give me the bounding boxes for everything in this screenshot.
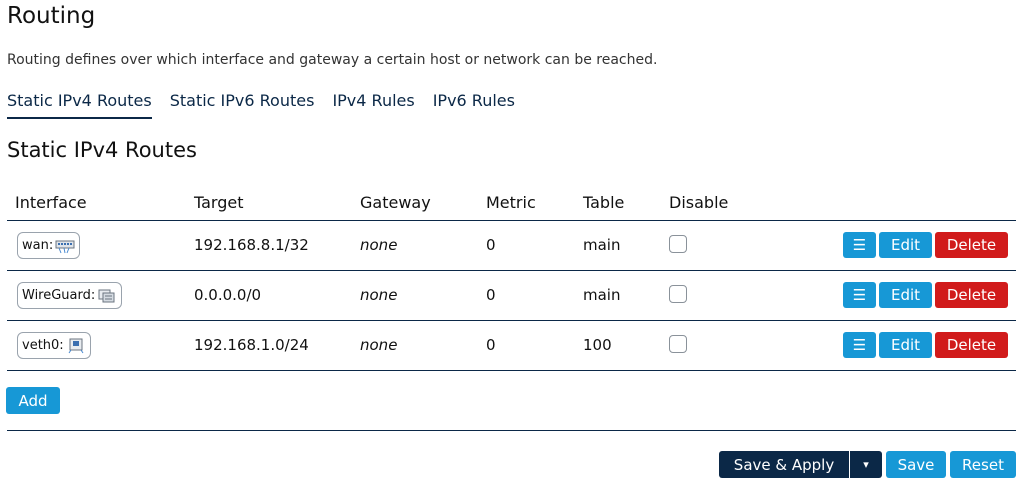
interface-badge: wan:	[17, 232, 81, 259]
save-button[interactable]: Save	[886, 451, 946, 478]
tab-static-ipv4-routes[interactable]: Static IPv4 Routes	[7, 91, 152, 119]
edit-button[interactable]: Edit	[879, 232, 932, 258]
cell-gateway: none	[360, 286, 398, 304]
header-metric: Metric	[486, 193, 536, 212]
header-gateway: Gateway	[360, 193, 431, 212]
cell-table: 100	[583, 336, 612, 354]
cell-target: 192.168.1.0/24	[194, 336, 309, 354]
header-interface: Interface	[15, 193, 87, 212]
disable-checkbox[interactable]	[669, 235, 687, 253]
reorder-menu-button[interactable]: ☰	[843, 232, 876, 258]
interface-name: WireGuard:	[22, 288, 96, 303]
delete-button[interactable]: Delete	[935, 282, 1008, 308]
reorder-menu-button[interactable]: ☰	[843, 282, 876, 308]
delete-button[interactable]: Delete	[935, 232, 1008, 258]
row-actions: ☰ Edit Delete	[840, 332, 1008, 358]
routes-table: Interface Target Gateway Metric Table Di…	[7, 186, 1016, 371]
row-actions: ☰ Edit Delete	[840, 232, 1008, 258]
cell-target: 192.168.8.1/32	[194, 236, 309, 254]
save-apply-button[interactable]: Save & Apply	[719, 451, 849, 478]
tab-ipv4-rules[interactable]: IPv4 Rules	[332, 91, 414, 119]
ethernet-switch-icon	[55, 238, 75, 254]
footer-actions: Save & Apply ▾ Save Reset	[719, 451, 1016, 478]
cell-metric: 0	[486, 236, 496, 254]
section-title: Static IPv4 Routes	[7, 138, 197, 162]
delete-button[interactable]: Delete	[935, 332, 1008, 358]
ethernet-port-icon	[66, 338, 86, 354]
table-row: veth0: 192.168.1.0/24 none 0 100 ☰ Edit …	[7, 321, 1016, 371]
divider	[7, 430, 1016, 431]
interface-name: veth0:	[22, 338, 64, 353]
cell-target: 0.0.0.0/0	[194, 286, 262, 304]
row-actions: ☰ Edit Delete	[840, 282, 1008, 308]
reset-button[interactable]: Reset	[950, 451, 1016, 478]
cell-table: main	[583, 286, 621, 304]
interface-badge: veth0:	[17, 332, 91, 359]
save-apply-dropdown-button[interactable]: ▾	[850, 451, 882, 478]
page-title: Routing	[7, 3, 96, 29]
add-route-button[interactable]: Add	[6, 387, 60, 414]
header-table: Table	[583, 193, 625, 212]
reorder-menu-button[interactable]: ☰	[843, 332, 876, 358]
tab-bar: Static IPv4 Routes Static IPv6 Routes IP…	[7, 91, 533, 119]
interface-badge: WireGuard:	[17, 282, 123, 309]
edit-button[interactable]: Edit	[879, 282, 932, 308]
disable-checkbox[interactable]	[669, 335, 687, 353]
interface-name: wan:	[22, 238, 54, 253]
header-disable: Disable	[669, 193, 729, 212]
table-header: Interface Target Gateway Metric Table Di…	[7, 186, 1016, 221]
cell-gateway: none	[360, 336, 398, 354]
cell-gateway: none	[360, 236, 398, 254]
cell-metric: 0	[486, 286, 496, 304]
table-row: WireGuard: 0.0.0.0/0 none 0 main ☰ Edit …	[7, 271, 1016, 321]
tunnel-icon	[97, 288, 117, 304]
cell-table: main	[583, 236, 621, 254]
edit-button[interactable]: Edit	[879, 332, 932, 358]
page-description: Routing defines over which interface and…	[7, 52, 658, 68]
header-target: Target	[194, 193, 244, 212]
tab-ipv6-rules[interactable]: IPv6 Rules	[433, 91, 515, 119]
cell-metric: 0	[486, 336, 496, 354]
table-row: wan: 192.168.8.1/32 none 0 main ☰ Edit D…	[7, 221, 1016, 271]
tab-static-ipv6-routes[interactable]: Static IPv6 Routes	[170, 91, 315, 119]
disable-checkbox[interactable]	[669, 285, 687, 303]
